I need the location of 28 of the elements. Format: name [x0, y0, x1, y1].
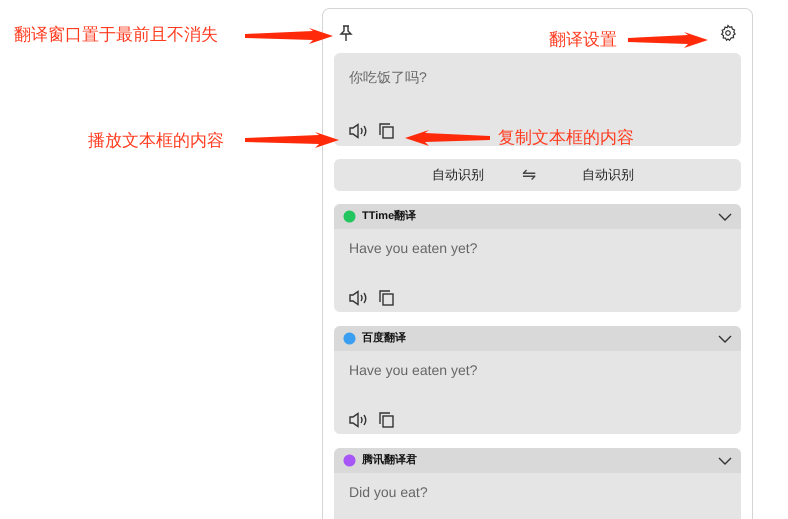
card-header[interactable]: 百度翻译 — [334, 326, 741, 351]
annotation-label: 播放文本框的内容 — [88, 131, 224, 151]
copy-icon[interactable] — [378, 122, 394, 139]
copy-icon[interactable] — [378, 289, 394, 306]
chevron-down-icon[interactable] — [718, 334, 732, 342]
source-text: 你吃饭了吗? — [349, 68, 428, 87]
copy-icon[interactable] — [378, 411, 394, 428]
service-name: TTime翻译 — [362, 208, 416, 224]
service-name: 百度翻译 — [362, 330, 406, 346]
chevron-down-icon[interactable] — [718, 212, 732, 220]
translation-text: Have you eaten yet? — [349, 239, 478, 258]
card-header[interactable]: 腾讯翻译君 — [334, 448, 741, 473]
annotation-label: 翻译设置 — [549, 30, 617, 50]
target-language-selector[interactable]: 自动识别 — [554, 165, 741, 185]
pin-icon[interactable] — [338, 24, 354, 42]
annotation-label: 翻译窗口置于最前且不消失 — [14, 25, 218, 45]
card-header[interactable]: TTime翻译 — [334, 204, 741, 229]
translation-text: Have you eaten yet? — [349, 361, 478, 380]
speaker-icon[interactable] — [349, 290, 368, 306]
source-language-selector[interactable]: 自动识别 — [334, 165, 504, 185]
chevron-down-icon[interactable] — [718, 456, 732, 464]
settings-icon[interactable] — [719, 24, 737, 42]
swap-languages-button[interactable]: ⇋ — [504, 162, 554, 188]
annotation-label: 复制文本框的内容 — [498, 128, 634, 148]
speaker-icon[interactable] — [349, 412, 368, 428]
service-name: 腾讯翻译君 — [362, 452, 417, 468]
speaker-icon[interactable] — [349, 122, 368, 138]
translation-text: Did you eat? — [349, 483, 429, 502]
